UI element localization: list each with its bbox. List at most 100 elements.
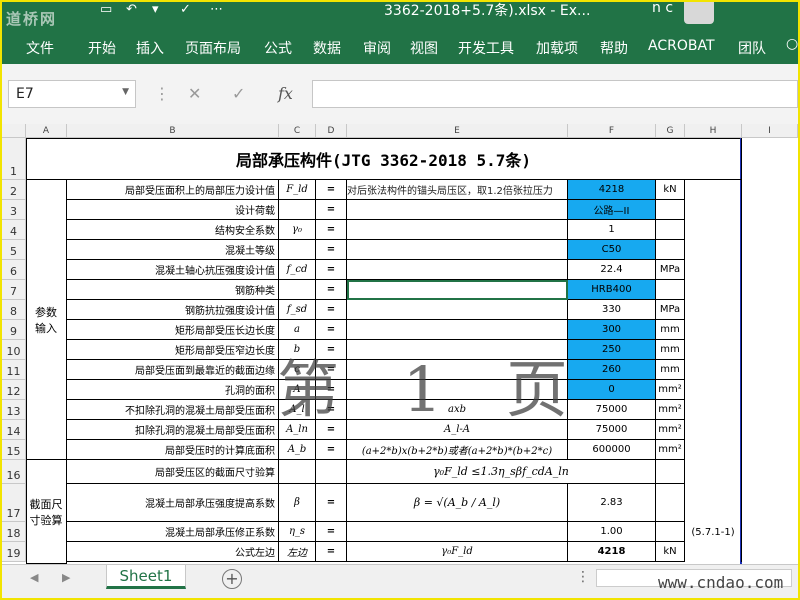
cell-h4[interactable] xyxy=(685,220,742,240)
cell-c16[interactable] xyxy=(279,460,316,484)
cell-d8[interactable]: = xyxy=(316,300,347,320)
quick-access-more-icon[interactable]: ⋯ xyxy=(210,2,223,17)
row-header-19[interactable]: 19 xyxy=(2,542,26,562)
cell-g8[interactable]: MPa xyxy=(656,300,685,320)
lightbulb-icon[interactable]: ○ xyxy=(786,36,798,52)
cell-f14[interactable]: 75000 xyxy=(568,420,656,440)
cell-b19[interactable]: 公式左边 xyxy=(67,542,279,562)
sheet-tab-sheet1[interactable]: Sheet1 xyxy=(106,565,186,589)
cell-e17[interactable]: β = √(A_b / A_l) xyxy=(347,484,568,522)
cell-g4[interactable] xyxy=(656,220,685,240)
cell-h19[interactable] xyxy=(685,542,742,562)
cell-h16[interactable] xyxy=(685,460,742,484)
cell-e2[interactable]: 对后张法构件的锚头局压区，取1.2倍张拉压力 xyxy=(347,180,568,200)
cell-h5[interactable] xyxy=(685,240,742,260)
cell-c14[interactable]: A_ln xyxy=(279,420,316,440)
cell-d4[interactable]: = xyxy=(316,220,347,240)
row-header-7[interactable]: 7 xyxy=(2,280,26,300)
tab-home[interactable]: 开始 xyxy=(88,38,116,58)
cell-f5[interactable]: C50 xyxy=(568,240,656,260)
cell-h10[interactable] xyxy=(685,340,742,360)
cell-f15[interactable]: 600000 xyxy=(568,440,656,460)
worksheet-grid[interactable]: A B C D E F G H I 1 2 3 4 5 6 7 8 9 10 1… xyxy=(2,124,798,564)
cell-h8[interactable] xyxy=(685,300,742,320)
cell-g2[interactable]: kN xyxy=(656,180,685,200)
row-header-4[interactable]: 4 xyxy=(2,220,26,240)
cell-g5[interactable] xyxy=(656,240,685,260)
cell-b12[interactable]: 孔洞的面积 xyxy=(67,380,279,400)
cell-b18[interactable]: 混凝土局部承压修正系数 xyxy=(67,522,279,542)
tab-file[interactable]: 文件 xyxy=(26,38,54,58)
name-box-dropdown-icon[interactable]: ▼ xyxy=(122,87,129,97)
group-label-params[interactable]: 参数 输入 xyxy=(26,180,67,460)
cell-d19[interactable]: = xyxy=(316,542,347,562)
cell-f2[interactable]: 4218 xyxy=(568,180,656,200)
cell-g9[interactable]: mm xyxy=(656,320,685,340)
cell-g3[interactable] xyxy=(656,200,685,220)
cell-c18[interactable]: η_s xyxy=(279,522,316,542)
cell-f18[interactable]: 1.00 xyxy=(568,522,656,542)
cell-e4[interactable] xyxy=(347,220,568,240)
cell-g15[interactable]: mm² xyxy=(656,440,685,460)
cell-h2[interactable] xyxy=(685,180,742,200)
cell-b9[interactable]: 矩形局部受压长边长度 xyxy=(67,320,279,340)
cell-d14[interactable]: = xyxy=(316,420,347,440)
row-header-2[interactable]: 2 xyxy=(2,180,26,200)
col-header-b[interactable]: B xyxy=(67,124,279,138)
cell-h13[interactable] xyxy=(685,400,742,420)
tab-page-layout[interactable]: 页面布局 xyxy=(185,38,241,58)
cell-e5[interactable] xyxy=(347,240,568,260)
cell-b11[interactable]: 局部受压面到最靠近的截面边缘 xyxy=(67,360,279,380)
cell-b16[interactable]: 局部受压区的截面尺寸验算 xyxy=(67,460,279,484)
enter-icon[interactable]: ✓ xyxy=(232,84,245,103)
cell-f13[interactable]: 75000 xyxy=(568,400,656,420)
cell-b4[interactable]: 结构安全系数 xyxy=(67,220,279,240)
cell-e11[interactable] xyxy=(347,360,568,380)
tab-acrobat[interactable]: ACROBAT xyxy=(648,38,715,54)
row-header-12[interactable]: 12 xyxy=(2,380,26,400)
group-label-check[interactable]: 截面尺 寸验算 xyxy=(26,460,67,564)
cell-b13[interactable]: 不扣除孔洞的混凝土局部受压面积 xyxy=(67,400,279,420)
next-sheet-icon[interactable]: ▶ xyxy=(62,571,70,584)
cell-g7[interactable] xyxy=(656,280,685,300)
row-header-14[interactable]: 14 xyxy=(2,420,26,440)
cell-c8[interactable]: f_sd xyxy=(279,300,316,320)
cell-e18[interactable] xyxy=(347,522,568,542)
cell-f9[interactable]: 300 xyxy=(568,320,656,340)
col-header-d[interactable]: D xyxy=(316,124,347,138)
cell-h18[interactable]: (5.7.1-1) xyxy=(685,522,742,542)
cell-d16[interactable] xyxy=(316,460,347,484)
cell-g19[interactable]: kN xyxy=(656,542,685,562)
cell-b2[interactable]: 局部受压面积上的局部压力设计值 xyxy=(67,180,279,200)
cell-b17[interactable]: 混凝土局部承压强度提高系数 xyxy=(67,484,279,522)
col-header-g[interactable]: G xyxy=(656,124,685,138)
cell-g11[interactable]: mm xyxy=(656,360,685,380)
cell-g14[interactable]: mm² xyxy=(656,420,685,440)
cell-d9[interactable]: = xyxy=(316,320,347,340)
cell-b3[interactable]: 设计荷载 xyxy=(67,200,279,220)
cell-e19[interactable]: γ₀F_ld xyxy=(347,542,568,562)
cell-g18[interactable] xyxy=(656,522,685,542)
sheet-title[interactable]: 局部承压构件(JTG 3362-2018 5.7条) xyxy=(26,138,742,180)
cell-d17[interactable]: = xyxy=(316,484,347,522)
cell-g12[interactable]: mm² xyxy=(656,380,685,400)
col-header-e[interactable]: E xyxy=(347,124,568,138)
tab-view[interactable]: 视图 xyxy=(410,38,438,58)
cell-c5[interactable] xyxy=(279,240,316,260)
cell-b6[interactable]: 混凝土轴心抗压强度设计值 xyxy=(67,260,279,280)
cell-e9[interactable] xyxy=(347,320,568,340)
tab-review[interactable]: 审阅 xyxy=(363,38,391,58)
select-all-corner[interactable] xyxy=(2,124,26,138)
cell-c9[interactable]: a xyxy=(279,320,316,340)
row-header-15[interactable]: 15 xyxy=(2,440,26,460)
col-header-f[interactable]: F xyxy=(568,124,656,138)
row-header-18[interactable]: 18 xyxy=(2,522,26,542)
cell-h9[interactable] xyxy=(685,320,742,340)
tab-insert[interactable]: 插入 xyxy=(136,38,164,58)
cell-d13[interactable]: = xyxy=(316,400,347,420)
cell-b7[interactable]: 钢筋种类 xyxy=(67,280,279,300)
row-header-8[interactable]: 8 xyxy=(2,300,26,320)
cell-b8[interactable]: 钢筋抗拉强度设计值 xyxy=(67,300,279,320)
tab-addins[interactable]: 加载项 xyxy=(536,38,578,58)
check-icon[interactable]: ✓ xyxy=(180,2,191,17)
